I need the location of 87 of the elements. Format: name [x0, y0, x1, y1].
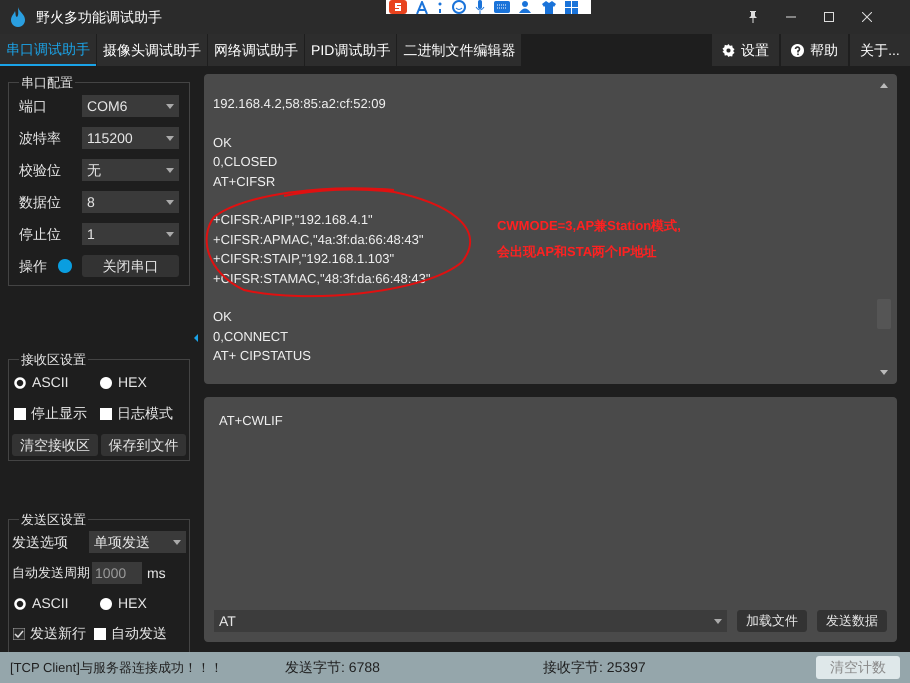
caret-icon [166, 136, 174, 140]
period-input[interactable]: 1000 [92, 562, 142, 584]
settings-icon [722, 44, 735, 56]
pin-icon[interactable] [748, 11, 758, 23]
log-line: 192.168.4.2,58:85:a2:cf:52:09 [213, 96, 386, 111]
punctuation-icon [437, 1, 443, 13]
tab[interactable]: 二进制文件编辑器 [397, 34, 522, 66]
annotation-text: 会出现AP和STA两个IP地址 [497, 242, 658, 260]
splitter-handle[interactable] [194, 336, 198, 340]
dropdown[interactable]: COM6 [82, 95, 179, 117]
radio-button[interactable] [100, 598, 112, 610]
log-line: OK [213, 134, 232, 150]
window-title: 野火多功能调试助手 [36, 8, 162, 26]
dropdown[interactable]: 8 [82, 191, 179, 213]
smiley-icon [452, 0, 466, 14]
tab[interactable]: 摄像头调试助手 [97, 34, 207, 66]
log-line: AT+ CIPSTATUS [213, 348, 311, 364]
scroll-up-icon[interactable] [880, 83, 888, 88]
caret-icon [166, 168, 174, 172]
checkbox-label[interactable]: 日志模式 [117, 403, 173, 424]
load-file-button[interactable]: 加载文件 [737, 610, 807, 632]
log-line: AT+CIFSR [213, 174, 276, 189]
field-label: 端口 [19, 96, 47, 116]
radio-label[interactable]: ASCII [32, 372, 69, 393]
checkbox[interactable] [13, 628, 25, 640]
microphone-icon [475, 0, 485, 14]
send-data-button[interactable]: 发送数据 [817, 610, 887, 632]
send-text: AT+CWLIF [218, 412, 283, 430]
caret-icon [173, 540, 181, 544]
close-icon[interactable] [862, 12, 872, 22]
status-message: [TCP Client]与服务器连接成功！！！ [10, 658, 224, 677]
close-port-button[interactable]: 关闭串口 [82, 255, 179, 277]
checkbox[interactable] [94, 628, 106, 640]
dropdown[interactable]: 无 [82, 159, 179, 181]
field-label: 发送选项 [12, 532, 68, 552]
radio-button[interactable] [14, 598, 26, 610]
tab[interactable]: 网络调试助手 [208, 34, 304, 66]
log-line: +CIFSR:APMAC,"4a:3f:da:66:48:43" [213, 232, 424, 247]
scroll-down-icon[interactable] [880, 370, 888, 375]
radio-label[interactable]: ASCII [32, 593, 69, 614]
grid-icon [565, 0, 578, 14]
tab[interactable]: PID调试助手 [305, 34, 396, 66]
caret-icon [166, 104, 174, 108]
radio-label[interactable]: HEX [118, 372, 147, 393]
log-line: 0,CLOSED [213, 154, 278, 170]
tab[interactable]: 串口调试助手 [0, 34, 96, 66]
field-label: 波特率 [19, 128, 61, 148]
settings-button[interactable]: 设置 [712, 34, 779, 66]
help-icon [791, 44, 804, 56]
checkbox-label[interactable]: 停止显示 [31, 403, 87, 424]
save-to-file-button[interactable]: 保存到文件 [100, 434, 186, 456]
shirt-icon [542, 0, 556, 14]
log-line: +CIFSR:STAIP,"192.168.1.103" [213, 251, 394, 266]
maximize-icon[interactable] [824, 12, 834, 22]
log-line: +CIFSR:APIP,"192.168.4.1" [213, 212, 373, 228]
dropdown[interactable]: 1 [82, 223, 179, 245]
checkbox[interactable] [100, 408, 112, 420]
field-label: 操作 [19, 256, 47, 276]
unit-label: ms [147, 564, 166, 582]
field-label: 校验位 [19, 160, 61, 180]
letter-icon [416, 0, 428, 14]
minimize-icon[interactable] [786, 16, 796, 18]
user-icon [519, 0, 533, 14]
log-line: OK [213, 309, 232, 324]
field-label: 自动发送周期 [12, 564, 90, 582]
annotation-text: CWMODE=3,AP兼Station模式, [497, 217, 681, 235]
flame-icon [10, 7, 26, 27]
dropdown[interactable]: 115200 [82, 127, 179, 149]
help-button[interactable]: 帮助 [781, 34, 848, 66]
caret-icon [166, 200, 174, 204]
log-line: 0,CONNECT [213, 328, 288, 344]
field-label: 数据位 [19, 192, 61, 212]
checkbox-label[interactable]: 发送新行 [30, 623, 86, 644]
radio-button[interactable] [14, 376, 26, 388]
radio-label[interactable]: HEX [118, 593, 147, 614]
caret-icon [166, 232, 174, 236]
caret-icon [714, 618, 722, 624]
radio-button[interactable] [100, 376, 112, 388]
about-button[interactable]: 关于... [850, 34, 910, 66]
received-bytes: 接收字节: 25397 [543, 658, 646, 677]
command-dropdown[interactable]: AT [214, 610, 727, 632]
field-label: 停止位 [19, 224, 61, 244]
checkbox[interactable] [14, 408, 26, 420]
checkbox-label[interactable]: 自动发送 [111, 623, 167, 644]
clear-receive-button[interactable]: 清空接收区 [12, 434, 98, 456]
sent-bytes: 发送字节: 6788 [285, 658, 381, 677]
dropdown[interactable]: 单项发送 [89, 531, 186, 553]
